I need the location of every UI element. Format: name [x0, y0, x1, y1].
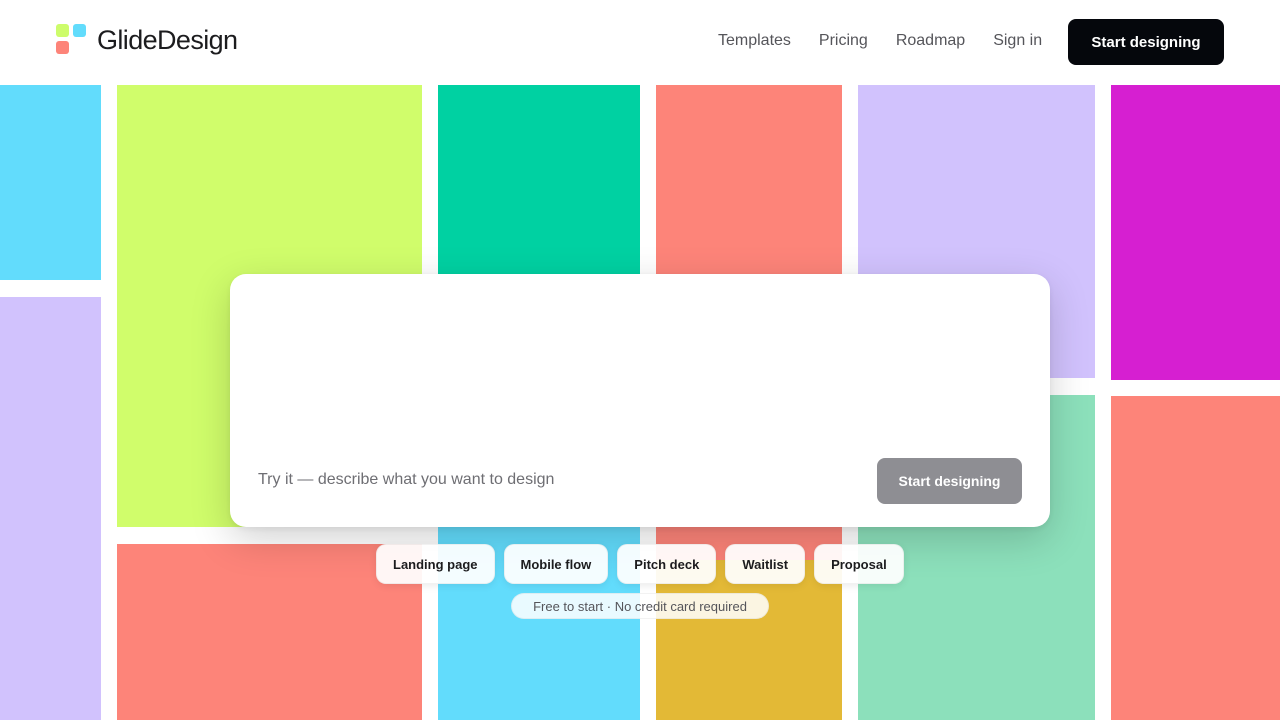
- mosaic-tile: [1111, 85, 1280, 380]
- chip-landing-page[interactable]: Landing page: [376, 544, 495, 584]
- mosaic-tile: [656, 560, 842, 720]
- logo-square: [73, 24, 86, 37]
- start-designing-button[interactable]: Start designing: [1068, 19, 1224, 65]
- chip-proposal[interactable]: Proposal: [814, 544, 904, 584]
- brand-name: GlideDesign: [97, 24, 238, 55]
- site-header: GlideDesign Templates Pricing Roadmap Si…: [0, 0, 1280, 85]
- main-nav: Templates Pricing Roadmap Sign in: [718, 31, 1070, 51]
- mosaic-tile: [0, 297, 101, 720]
- mosaic-tile: [656, 85, 842, 285]
- prompt-card: Start designing: [230, 274, 1050, 527]
- mosaic-tile: [1111, 396, 1280, 720]
- nav-sign-in-link[interactable]: Sign in: [993, 31, 1042, 51]
- logo-mark-icon: [56, 24, 88, 56]
- chip-mobile-flow[interactable]: Mobile flow: [503, 544, 609, 584]
- brand-logo[interactable]: GlideDesign: [56, 24, 238, 56]
- prompt-submit-button[interactable]: Start designing: [877, 458, 1022, 504]
- logo-square: [56, 41, 69, 54]
- design-prompt-input[interactable]: [258, 470, 838, 490]
- suggestion-chips: Landing page Mobile flow Pitch deck Wait…: [376, 544, 913, 584]
- free-to-start-note: Free to start · No credit card required: [511, 593, 769, 619]
- chip-pitch-deck[interactable]: Pitch deck: [617, 544, 717, 584]
- mosaic-tile: [438, 85, 640, 285]
- nav-pricing-link[interactable]: Pricing: [819, 31, 868, 51]
- nav-roadmap-link[interactable]: Roadmap: [896, 31, 965, 51]
- mosaic-tile: [0, 85, 101, 280]
- nav-templates-link[interactable]: Templates: [718, 31, 791, 51]
- logo-square: [56, 24, 69, 37]
- chip-waitlist[interactable]: Waitlist: [725, 544, 806, 584]
